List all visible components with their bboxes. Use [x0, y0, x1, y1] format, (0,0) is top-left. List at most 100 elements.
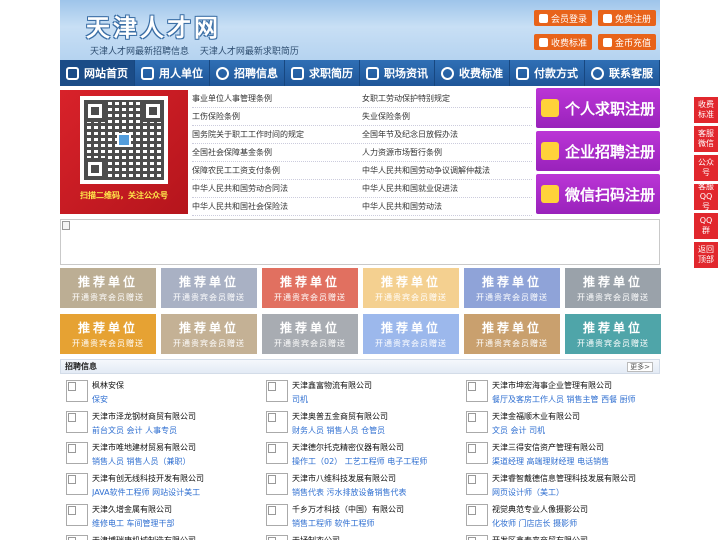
company-name[interactable]: 天津市坤宏海事企业管理有限公司	[492, 380, 660, 391]
policy-link[interactable]: 工伤保险条例	[192, 111, 362, 122]
policy-link[interactable]: 中华人民共和国劳动法	[362, 201, 532, 212]
policy-link[interactable]: 保障农民工工资支付条例	[192, 165, 362, 176]
job-item[interactable]: 枫林安保 保安	[60, 378, 260, 409]
sidebar-button[interactable]: 公众号	[694, 155, 718, 181]
recommended-unit-tile[interactable]: 推荐单位 开通贵宾会员赠送	[565, 268, 661, 308]
recommended-unit-tile[interactable]: 推荐单位 开通贵宾会员赠送	[363, 314, 459, 354]
job-positions[interactable]: 渠道经理 高端理财经理 电话销售	[492, 456, 660, 467]
job-item[interactable]: 千乡万才科技（中国）有限公司 销售工程师 软件工程师	[260, 502, 460, 533]
recommended-unit-tile[interactable]: 推荐单位 开通贵宾会员赠送	[262, 268, 358, 308]
wechat-register-button[interactable]: 微信扫码注册	[536, 174, 660, 214]
sidebar-button[interactable]: 收费标准	[694, 97, 718, 123]
nav-home[interactable]: 网站首页	[60, 60, 135, 86]
job-item[interactable]: 天津金福顺木业有限公司 文员 会计 司机	[460, 409, 660, 440]
job-positions[interactable]: 司机	[292, 394, 460, 405]
company-name[interactable]: 天津睿智戴德信息管理科技发展有限公司	[492, 473, 660, 484]
company-name[interactable]: 天津市泽龙钢材商贸有限公司	[92, 411, 260, 422]
nav-employers[interactable]: 用人单位	[135, 60, 210, 86]
recommended-unit-tile[interactable]: 推荐单位 开通贵宾会员赠送	[60, 268, 156, 308]
job-positions[interactable]: 财务人员 销售人员 仓管员	[292, 425, 460, 436]
recommended-unit-tile[interactable]: 推荐单位 开通贵宾会员赠送	[161, 314, 257, 354]
policy-link[interactable]: 中华人民共和国社会保险法	[192, 201, 362, 212]
job-positions[interactable]: 餐厅及客房工作人员 销售主管 西餐 厨师	[492, 394, 660, 405]
company-name[interactable]: 天津奥普五金商贸有限公司	[292, 411, 460, 422]
sidebar-button[interactable]: QQ群	[694, 213, 718, 239]
policy-link[interactable]: 全国年节及纪念日放假办法	[362, 129, 532, 140]
job-item[interactable]: 天津久增金属有限公司 维修电工 车间管理干部	[60, 502, 260, 533]
job-positions[interactable]: 网页设计师（美工）	[492, 487, 660, 498]
company-name[interactable]: 千乡万才科技（中国）有限公司	[292, 504, 460, 515]
job-item[interactable]: 视觉典范专业人像摄影公司 化妆师 门店店长 摄影师	[460, 502, 660, 533]
job-item[interactable]: 天津鑫富物流有限公司 司机	[260, 378, 460, 409]
job-item[interactable]: 天津博瑞康机械制造有限公司机械设计工程师 会计主管	[60, 533, 260, 540]
login-button[interactable]: 会员登录	[534, 10, 593, 26]
job-item[interactable]: 天津市坤宏海事企业管理有限公司 餐厅及客房工作人员 销售主管 西餐 厨师	[460, 378, 660, 409]
site-logo[interactable]: 天津人才网	[86, 8, 221, 43]
sidebar-button[interactable]: 客服QQ号	[694, 182, 718, 211]
sidebar-button[interactable]: 返回顶部	[694, 242, 718, 268]
company-name[interactable]: 天津市八维科技发展有限公司	[292, 473, 460, 484]
pricing-button[interactable]: 收费标准	[534, 34, 593, 50]
company-name[interactable]: 天津博瑞康机械制造有限公司	[92, 535, 260, 540]
company-name[interactable]: 天津金福顺木业有限公司	[492, 411, 660, 422]
policy-link[interactable]: 中华人民共和国劳动合同法	[192, 183, 362, 194]
job-positions[interactable]: 保安	[92, 394, 260, 405]
policy-link[interactable]: 中华人民共和国就业促进法	[362, 183, 532, 194]
job-positions[interactable]: 前台文员 会计 人事专员	[92, 425, 260, 436]
personal-register-button[interactable]: 个人求职注册	[536, 88, 660, 128]
job-positions[interactable]: 化妆师 门店店长 摄影师	[492, 518, 660, 529]
recommended-unit-tile[interactable]: 推荐单位 开通贵宾会员赠送	[464, 314, 560, 354]
register-button[interactable]: 免费注册	[598, 10, 657, 26]
company-name[interactable]: 视觉典范专业人像摄影公司	[492, 504, 660, 515]
job-positions[interactable]: 文员 会计 司机	[492, 425, 660, 436]
job-item[interactable]: 天津德尔托克精密仪器有限公司 操作工（02） 工艺工程师 电子工程师	[260, 440, 460, 471]
policy-link[interactable]: 人力资源市场暂行条例	[362, 147, 532, 158]
recommended-unit-tile[interactable]: 推荐单位 开通贵宾会员赠送	[161, 268, 257, 308]
policy-link[interactable]: 失业保险条例	[362, 111, 532, 122]
job-item[interactable]: 天津有创无线科技开发有限公司 JAVA软件工程师 网站设计美工	[60, 471, 260, 502]
recommended-unit-tile[interactable]: 推荐单位 开通贵宾会员赠送	[363, 268, 459, 308]
policy-link[interactable]: 全国社会保障基金条例	[192, 147, 362, 158]
company-name[interactable]: 天抒制衣公司	[292, 535, 460, 540]
job-positions[interactable]: 销售人员 销售人员（兼职）	[92, 456, 260, 467]
sidebar-button[interactable]: 客服微信	[694, 126, 718, 152]
nav-payment[interactable]: 付款方式	[510, 60, 585, 86]
nav-jobs[interactable]: 招聘信息	[210, 60, 285, 86]
job-item[interactable]: 天抒制衣公司流水线缝纫 后整理 打版	[260, 533, 460, 540]
company-name[interactable]: 枫林安保	[92, 380, 260, 391]
job-item[interactable]: 天津市唯地建材贸易有限公司 销售人员 销售人员（兼职）	[60, 440, 260, 471]
slogan-latest-jobs[interactable]: 天津人才网最新招聘信息	[90, 47, 189, 57]
nav-news[interactable]: 职场资讯	[360, 60, 435, 86]
slogan-latest-resumes[interactable]: 天津人才网最新求职简历	[200, 47, 299, 57]
company-name[interactable]: 天津三得安信资产管理有限公司	[492, 442, 660, 453]
recommended-unit-tile[interactable]: 推荐单位 开通贵宾会员赠送	[60, 314, 156, 354]
job-positions[interactable]: JAVA软件工程师 网站设计美工	[92, 487, 260, 498]
recommended-unit-tile[interactable]: 推荐单位 开通贵宾会员赠送	[565, 314, 661, 354]
jobs-more-link[interactable]: 更多>	[627, 362, 653, 372]
company-name[interactable]: 天津德尔托克精密仪器有限公司	[292, 442, 460, 453]
company-name[interactable]: 天津市唯地建材贸易有限公司	[92, 442, 260, 453]
recommended-unit-tile[interactable]: 推荐单位 开通贵宾会员赠送	[262, 314, 358, 354]
job-positions[interactable]: 销售工程师 软件工程师	[292, 518, 460, 529]
job-positions[interactable]: 销售代表 污水排放设备销售代表	[292, 487, 460, 498]
job-item[interactable]: 天津睿智戴德信息管理科技发展有限公司 网页设计师（美工）	[460, 471, 660, 502]
nav-contact[interactable]: 联系客服	[585, 60, 660, 86]
company-name[interactable]: 天津久增金属有限公司	[92, 504, 260, 515]
company-name[interactable]: 开发区鑫泰来商贸有限公司	[492, 535, 660, 540]
recommended-unit-tile[interactable]: 推荐单位 开通贵宾会员赠送	[464, 268, 560, 308]
job-item[interactable]: 天津三得安信资产管理有限公司 渠道经理 高端理财经理 电话销售	[460, 440, 660, 471]
policy-link[interactable]: 国务院关于职工工作时间的规定	[192, 129, 362, 140]
policy-link[interactable]: 事业单位人事管理条例	[192, 93, 362, 104]
job-item[interactable]: 天津市泽龙钢材商贸有限公司 前台文员 会计 人事专员	[60, 409, 260, 440]
company-name[interactable]: 天津鑫富物流有限公司	[292, 380, 460, 391]
ad-banner[interactable]	[60, 219, 660, 265]
nav-pricing[interactable]: 收费标准	[435, 60, 510, 86]
job-positions[interactable]: 维修电工 车间管理干部	[92, 518, 260, 529]
recharge-button[interactable]: 金币充值	[598, 34, 657, 50]
policy-link[interactable]: 中华人民共和国劳动争议调解仲裁法	[362, 165, 532, 176]
company-name[interactable]: 天津有创无线科技开发有限公司	[92, 473, 260, 484]
policy-link[interactable]: 女职工劳动保护特别规定	[362, 93, 532, 104]
job-item[interactable]: 开发区鑫泰来商贸有限公司业务员 业务员	[460, 533, 660, 540]
job-positions[interactable]: 操作工（02） 工艺工程师 电子工程师	[292, 456, 460, 467]
company-register-button[interactable]: 企业招聘注册	[536, 131, 660, 171]
